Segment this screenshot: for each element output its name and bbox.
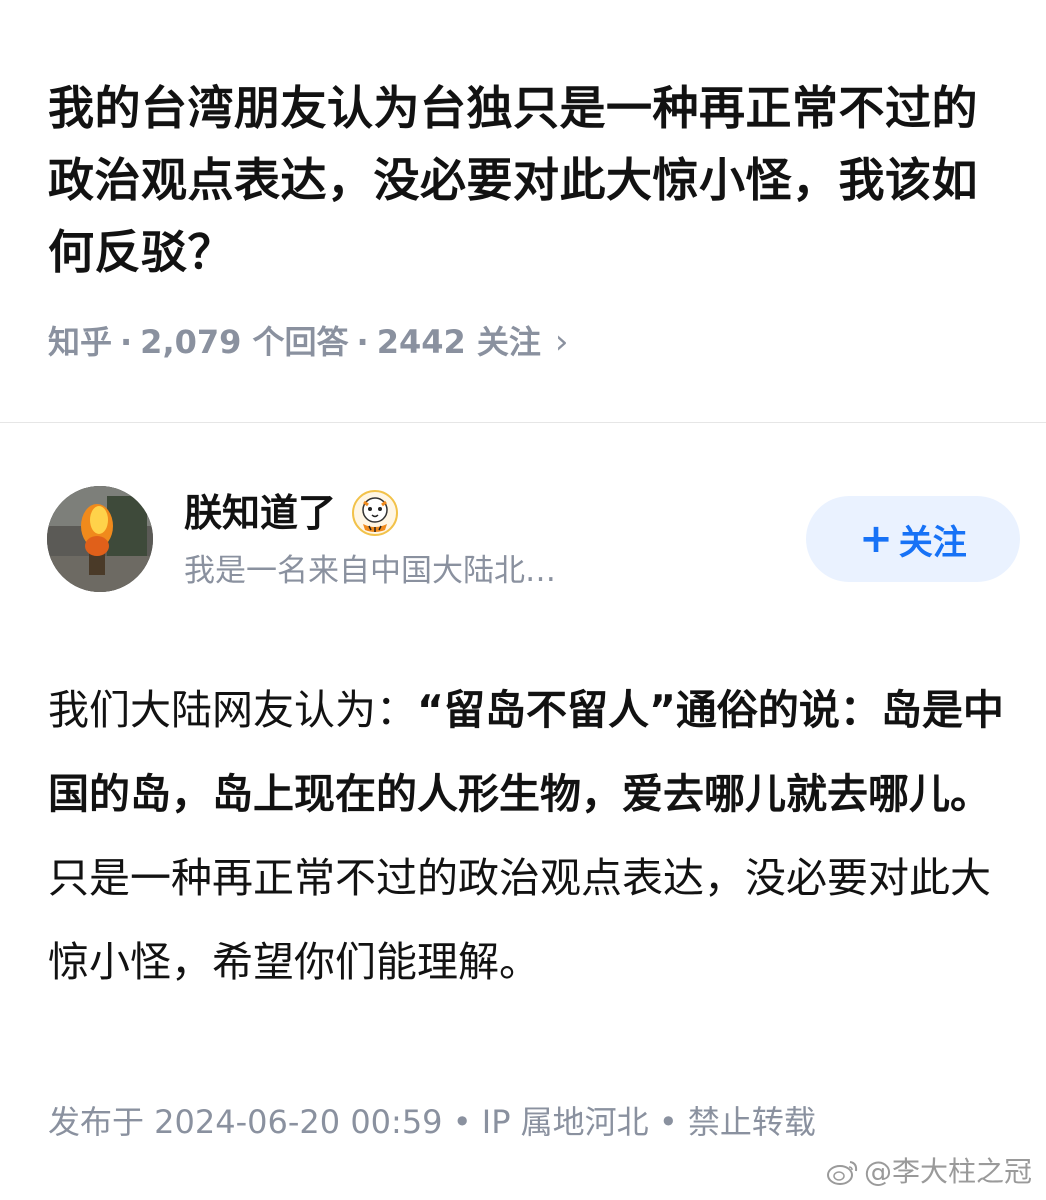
- weibo-icon: [826, 1161, 858, 1185]
- follow-button-label: 关注: [898, 522, 967, 563]
- avatar[interactable]: [47, 486, 153, 592]
- question-meta[interactable]: 知乎 · 2,079 个回答 · 2442 关注 ›: [48, 318, 569, 366]
- watermark: @李大柱之冠: [826, 1152, 1032, 1192]
- answer-footer: 发布于 2024-06-20 00:59 • IP 属地河北 • 禁止转载: [48, 1103, 816, 1141]
- author-bio: 我是一名来自中国大陆北…: [184, 553, 556, 589]
- answer-count: 2,079 个回答: [140, 323, 349, 361]
- question-title[interactable]: 我的台湾朋友认为台独只是一种再正常不过的政治观点表达，没必要对此大惊小怪，我该如…: [48, 72, 1008, 288]
- author-name-row[interactable]: 朕知道了: [184, 488, 399, 538]
- divider: [0, 422, 1046, 423]
- author-name[interactable]: 朕知道了: [184, 488, 336, 538]
- follow-button[interactable]: + 关注: [806, 496, 1020, 582]
- follower-count: 2442 关注: [376, 323, 541, 361]
- separator: ·: [356, 323, 369, 361]
- avatar-photo: [47, 486, 153, 592]
- answer-text: 我们大陆网友认为：: [48, 686, 417, 734]
- watermark-text: @李大柱之冠: [863, 1155, 1032, 1188]
- tiger-badge-icon: [352, 490, 399, 536]
- separator: ·: [120, 323, 133, 361]
- answer-body[interactable]: 我们大陆网友认为：“留岛不留人”通俗的说：岛是中国的岛，岛上现在的人形生物，爱去…: [48, 668, 1008, 1004]
- source-label: 知乎: [48, 323, 113, 361]
- answer-text: 只是一种再正常不过的政治观点表达，没必要对此大惊小怪，希望你们能理解。: [48, 854, 991, 986]
- plus-icon: +: [859, 516, 893, 562]
- chevron-right-icon: ›: [554, 322, 569, 362]
